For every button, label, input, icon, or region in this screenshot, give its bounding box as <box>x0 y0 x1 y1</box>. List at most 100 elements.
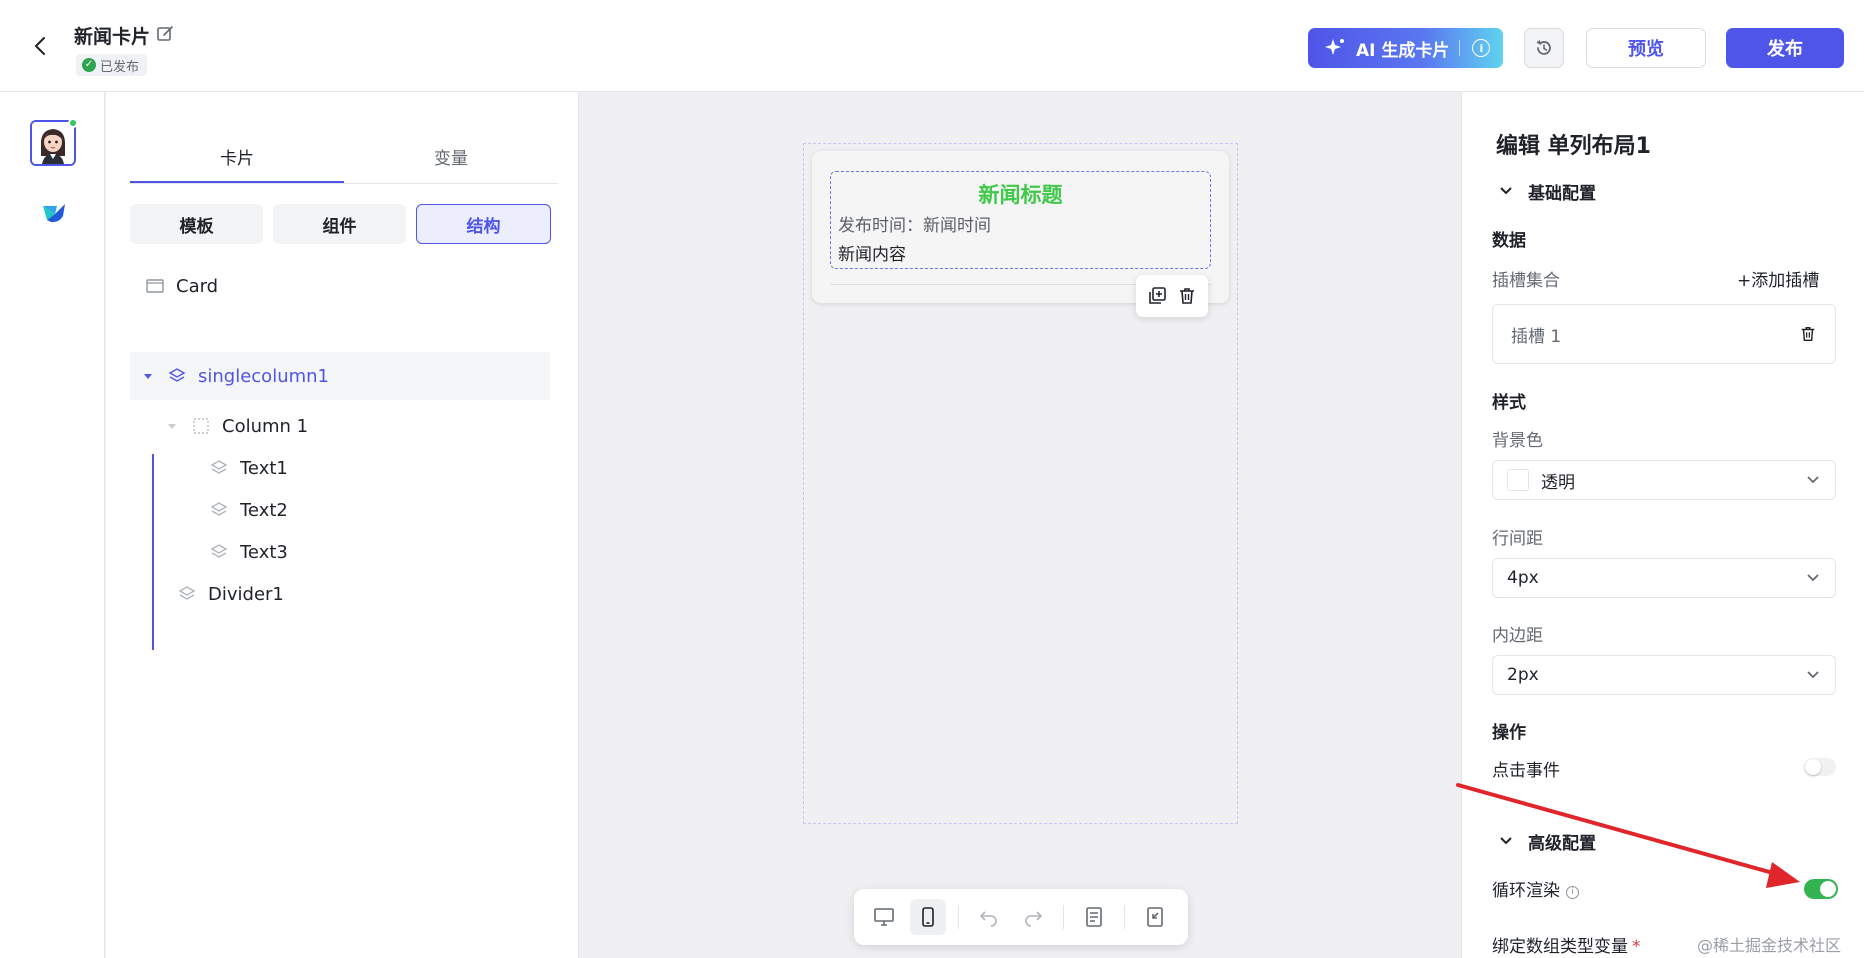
redo-icon <box>1025 911 1043 927</box>
loop-render-toggle[interactable] <box>1804 879 1838 899</box>
tree-node-label: Column 1 <box>222 415 309 437</box>
info-icon[interactable]: i <box>1566 886 1579 899</box>
redo-button[interactable] <box>1015 899 1051 935</box>
chevron-down-icon <box>1807 574 1819 582</box>
add-slot-button[interactable]: +添加插槽 <box>1737 266 1819 291</box>
structure-panel: 卡片 变量 模板 组件 结构 Card singlecolumn1 Column… <box>106 92 579 958</box>
check-circle-icon: ✓ <box>82 58 96 72</box>
mobile-view-button[interactable] <box>910 899 946 935</box>
toolbar-divider <box>1063 905 1064 929</box>
panel-tabs: 卡片 变量 <box>130 136 558 184</box>
top-bar: 新闻卡片 ✓ 已发布 AI 生成卡片 i 预览 发布 <box>0 0 1864 92</box>
preview-button[interactable]: 预览 <box>1586 28 1706 68</box>
chevron-down-icon <box>1500 187 1512 195</box>
line-spacing-value: 4px <box>1507 568 1539 588</box>
tab-variables[interactable]: 变量 <box>344 136 558 183</box>
loop-render-text: 循环渲染 <box>1492 881 1560 901</box>
watermark: @稀土掘金技术社区 <box>1697 936 1842 955</box>
background-color-select[interactable]: 透明 <box>1492 460 1836 500</box>
card-icon <box>146 279 164 293</box>
tab-card[interactable]: 卡片 <box>130 136 344 183</box>
tree-node-label: Text1 <box>240 457 288 479</box>
tree-node-label: singlecolumn1 <box>198 365 330 387</box>
history-button[interactable] <box>1524 28 1564 68</box>
advanced-config-section-header[interactable]: 高级配置 <box>1498 828 1596 854</box>
json-view-button[interactable] <box>1076 899 1112 935</box>
back-arrow-icon[interactable] <box>28 34 52 58</box>
section-label: 高级配置 <box>1528 833 1596 854</box>
ai-generate-button[interactable]: AI 生成卡片 i <box>1308 28 1503 68</box>
status-text: 已发布 <box>100 59 140 75</box>
slot-item[interactable]: 插槽 1 <box>1492 304 1836 364</box>
loop-render-label: 循环渲染 i <box>1492 876 1579 901</box>
component-toolbar <box>1136 275 1208 317</box>
edit-title-icon[interactable] <box>155 24 175 44</box>
publish-button[interactable]: 发布 <box>1726 28 1844 68</box>
line-spacing-select[interactable]: 4px <box>1492 558 1836 598</box>
import-button[interactable] <box>1137 899 1173 935</box>
background-color-label: 背景色 <box>1492 431 1543 451</box>
info-icon[interactable]: i <box>1472 39 1491 57</box>
sparkle-icon <box>1325 39 1344 55</box>
mobile-icon <box>922 907 934 927</box>
trash-icon[interactable] <box>1799 325 1817 343</box>
layers-icon <box>210 460 228 474</box>
caret-down-icon[interactable] <box>142 370 154 382</box>
basic-config-section-header[interactable]: 基础配置 <box>1498 178 1596 204</box>
background-color-value: 透明 <box>1541 472 1575 493</box>
status-badge: ✓ 已发布 <box>76 54 148 76</box>
toolbar-divider <box>958 905 959 929</box>
tree-node-label: Text3 <box>240 541 288 563</box>
layers-icon <box>178 586 196 600</box>
left-rail <box>0 92 105 958</box>
tree-node-singlecolumn1[interactable]: singlecolumn1 <box>130 352 550 400</box>
column-icon <box>193 418 209 434</box>
bind-array-variable-label: 绑定数组类型变量 * <box>1492 932 1641 957</box>
news-content-text[interactable]: 新闻内容 <box>838 240 906 265</box>
layers-icon <box>168 368 186 382</box>
tree-node-text1[interactable]: Text1 <box>210 444 550 492</box>
slot-item-label: 插槽 1 <box>1511 326 1562 347</box>
singlecolumn-selection[interactable]: 新闻标题 发布时间：新闻时间 新闻内容 <box>830 171 1211 269</box>
tree-node-divider1[interactable]: Divider1 <box>178 570 548 618</box>
chevron-down-icon <box>1807 671 1819 679</box>
segment-structure[interactable]: 结构 <box>416 204 551 244</box>
tree-node-label: Text2 <box>240 499 288 521</box>
view-segmented-control: 模板 组件 结构 <box>130 204 551 244</box>
tree-node-text3[interactable]: Text3 <box>210 528 550 576</box>
news-time-text[interactable]: 发布时间：新闻时间 <box>838 211 991 236</box>
tree-node-card[interactable]: Card <box>146 262 566 310</box>
caret-down-icon[interactable] <box>166 420 178 432</box>
tree-indent-line <box>152 454 154 650</box>
copy-icon[interactable] <box>1147 286 1167 306</box>
tree-node-text2[interactable]: Text2 <box>210 486 550 534</box>
padding-select[interactable]: 2px <box>1492 655 1836 695</box>
undo-button[interactable] <box>971 899 1007 935</box>
trash-icon[interactable] <box>1177 286 1197 306</box>
color-swatch <box>1507 469 1529 491</box>
chevron-down-icon <box>1500 837 1512 845</box>
layers-icon <box>210 502 228 516</box>
desktop-icon <box>874 908 894 926</box>
desktop-view-button[interactable] <box>866 899 902 935</box>
canvas-toolbar <box>854 889 1188 945</box>
line-spacing-label: 行间距 <box>1492 529 1543 549</box>
tree-node-label: Divider1 <box>208 583 284 605</box>
click-event-label: 点击事件 <box>1492 761 1560 781</box>
toolbar-divider <box>1124 905 1125 929</box>
online-status-dot <box>68 118 78 128</box>
layers-icon <box>210 544 228 558</box>
slots-label: 插槽集合 <box>1492 271 1560 291</box>
chevron-down-icon <box>1807 476 1819 484</box>
bind-array-variable-text: 绑定数组类型变量 <box>1492 937 1628 957</box>
segment-templates[interactable]: 模板 <box>130 204 263 244</box>
news-title-text[interactable]: 新闻标题 <box>831 179 1210 209</box>
properties-panel: 编辑 单列布局1 基础配置 数据 插槽集合 +添加插槽 插槽 1 样式 背景色 … <box>1461 92 1864 958</box>
segment-components[interactable]: 组件 <box>273 204 406 244</box>
app-logo-icon[interactable] <box>33 192 73 232</box>
data-group-title: 数据 <box>1492 231 1526 251</box>
tree-node-column1[interactable]: Column 1 <box>166 402 546 450</box>
click-event-toggle[interactable] <box>1804 758 1836 776</box>
page-title: 新闻卡片 <box>74 26 151 48</box>
required-mark: * <box>1632 937 1641 957</box>
